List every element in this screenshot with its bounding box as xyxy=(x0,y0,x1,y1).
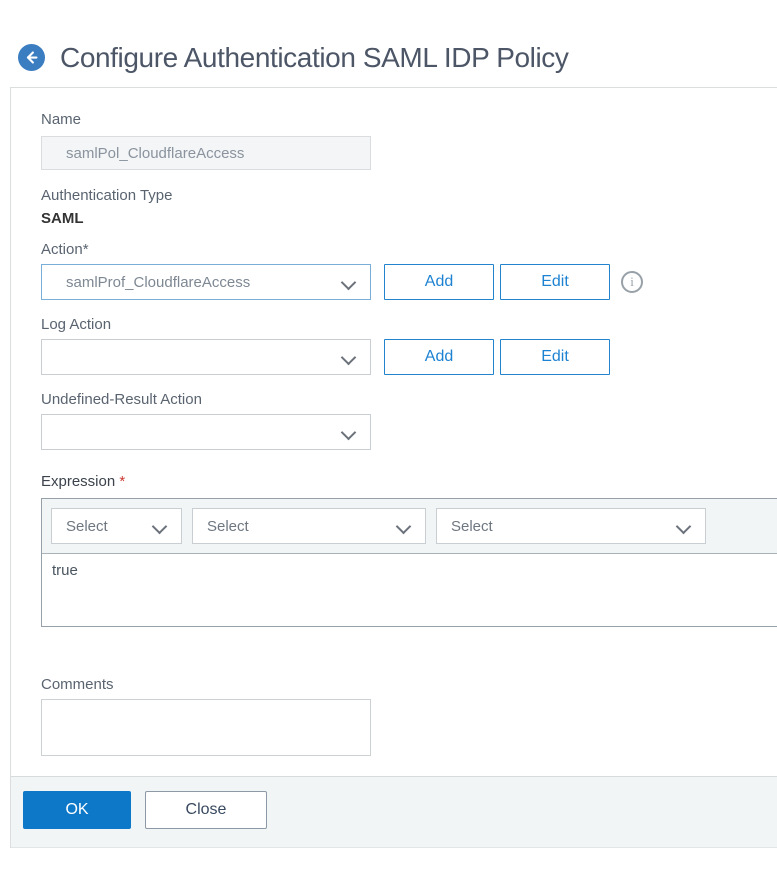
expression-builder: Select Select Select true xyxy=(41,498,777,627)
action-edit-button[interactable]: Edit xyxy=(500,264,610,300)
form-panel: Name Authentication Type SAML Action* sa… xyxy=(10,87,777,848)
auth-type-label: Authentication Type xyxy=(41,187,173,204)
undefined-result-action-label: Undefined-Result Action xyxy=(41,391,202,408)
required-asterisk: * xyxy=(119,473,126,490)
ok-button[interactable]: OK xyxy=(23,791,131,829)
expression-select-2[interactable]: Select xyxy=(192,508,426,544)
log-action-label: Log Action xyxy=(41,316,112,333)
chevron-down-icon xyxy=(343,427,354,438)
comments-label: Comments xyxy=(41,676,114,693)
info-icon[interactable]: i xyxy=(621,271,643,293)
chevron-down-icon xyxy=(154,521,165,532)
page-header: Configure Authentication SAML IDP Policy xyxy=(0,0,777,87)
chevron-down-icon xyxy=(398,521,409,532)
name-input[interactable] xyxy=(41,136,371,170)
expression-label: Expression * xyxy=(41,473,777,491)
action-add-button[interactable]: Add xyxy=(384,264,494,300)
expression-select-1[interactable]: Select xyxy=(51,508,182,544)
chevron-down-icon xyxy=(678,521,689,532)
expression-select-3[interactable]: Select xyxy=(436,508,706,544)
arrow-left-icon xyxy=(23,49,40,66)
action-select[interactable]: samlProf_CloudflareAccess xyxy=(41,264,371,300)
action-select-value: samlProf_CloudflareAccess xyxy=(66,273,251,291)
expression-select-2-value: Select xyxy=(207,517,249,535)
back-button[interactable] xyxy=(18,44,45,71)
log-action-select[interactable] xyxy=(41,339,371,375)
expression-label-text: Expression xyxy=(41,473,120,490)
chevron-down-icon xyxy=(343,352,354,363)
log-action-edit-button[interactable]: Edit xyxy=(500,339,610,375)
name-label: Name xyxy=(41,111,82,128)
close-button[interactable]: Close xyxy=(145,791,267,829)
auth-type-value: SAML xyxy=(41,210,84,227)
expression-input[interactable]: true xyxy=(42,554,777,626)
undefined-result-action-select[interactable] xyxy=(41,414,371,450)
action-label: Action* xyxy=(41,241,89,258)
expression-select-3-value: Select xyxy=(451,517,493,535)
comments-input[interactable] xyxy=(41,699,371,756)
form-footer: OK Close xyxy=(11,776,777,848)
expression-select-1-value: Select xyxy=(66,517,108,535)
expression-toolbar: Select Select Select xyxy=(42,499,777,554)
log-action-add-button[interactable]: Add xyxy=(384,339,494,375)
page-title: Configure Authentication SAML IDP Policy xyxy=(60,41,569,73)
chevron-down-icon xyxy=(343,277,354,288)
